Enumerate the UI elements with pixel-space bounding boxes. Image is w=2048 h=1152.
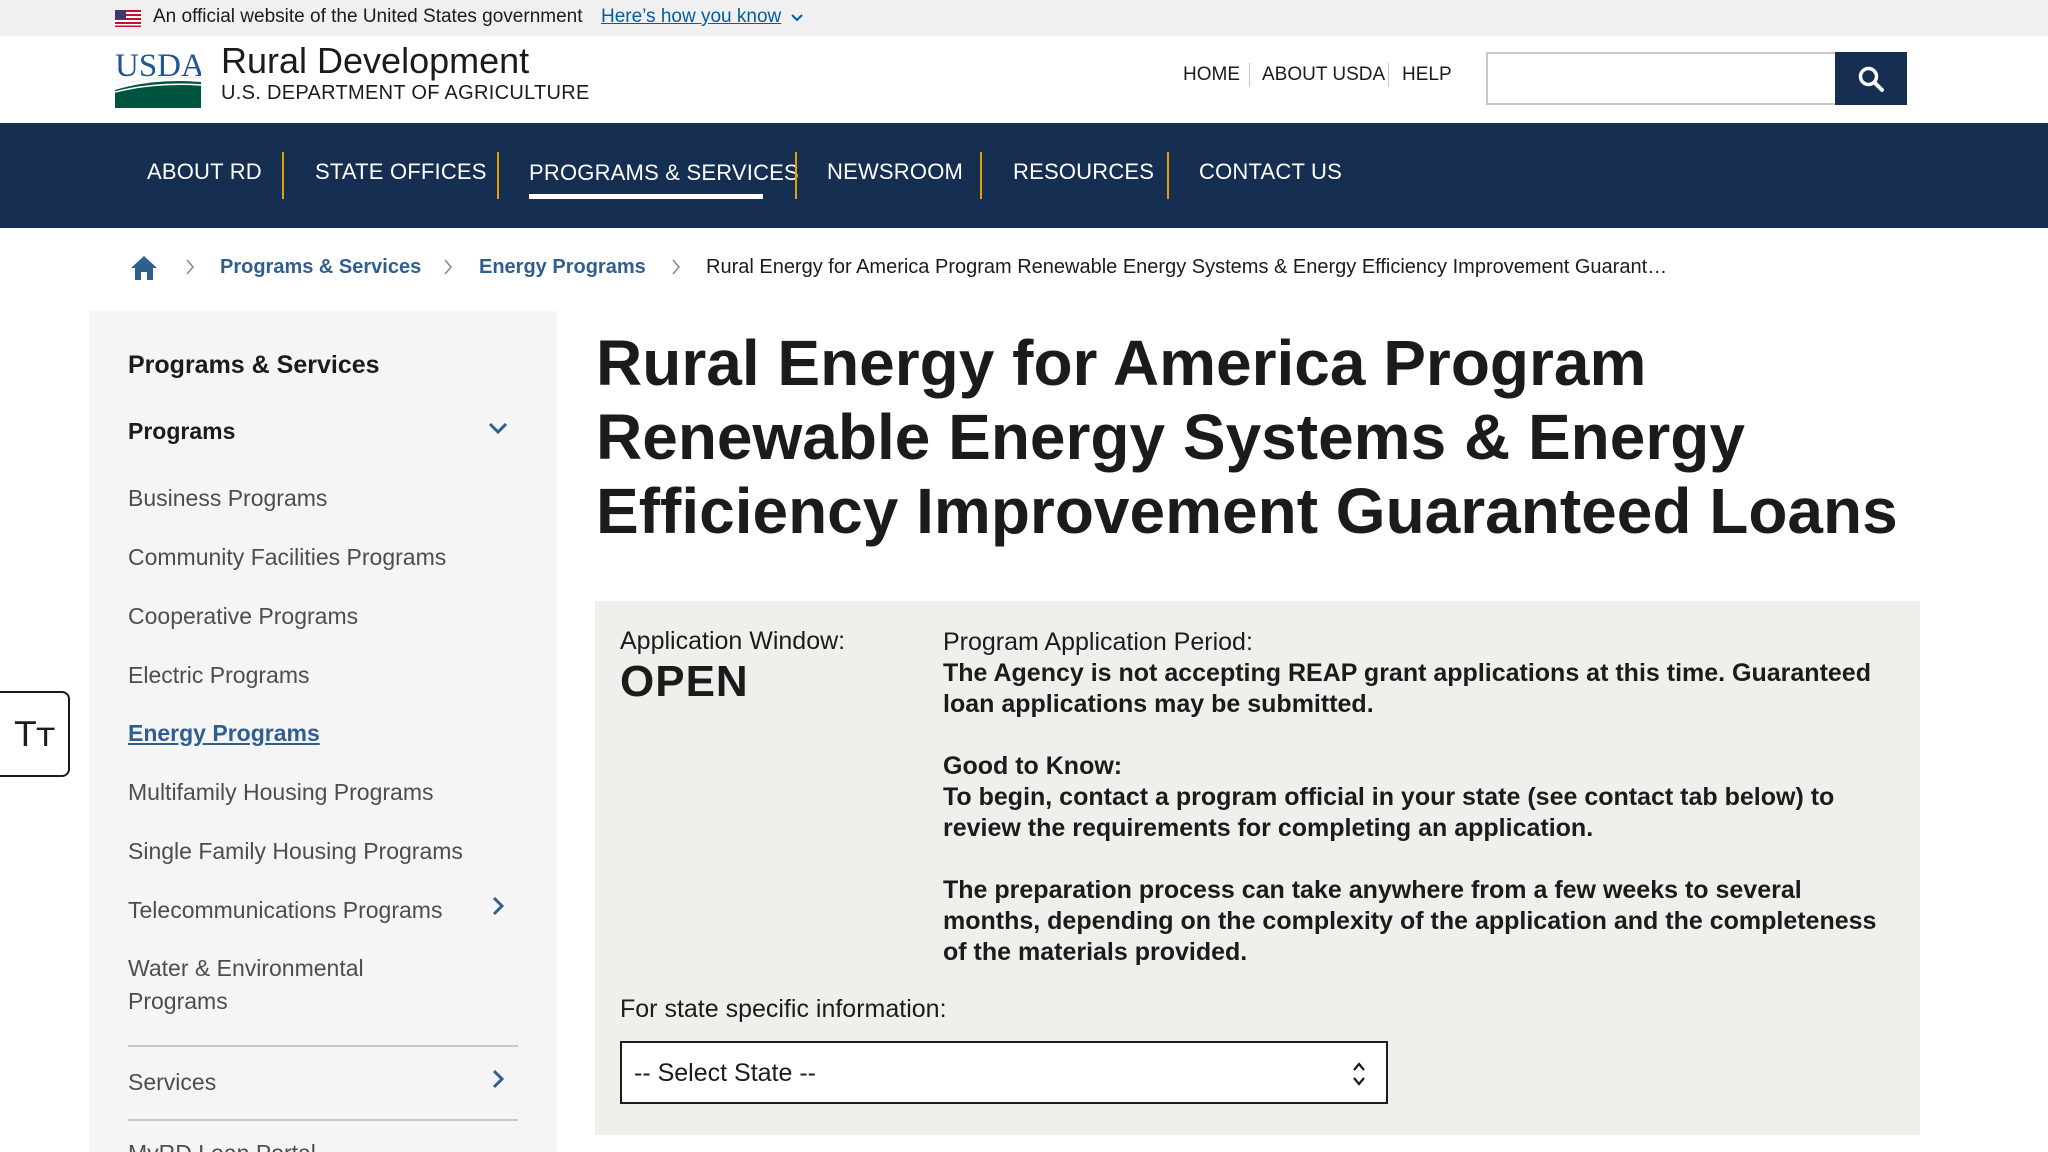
period-text: The Agency is not accepting REAP grant a… <box>943 659 1871 718</box>
sidebar-divider <box>128 1045 518 1047</box>
sidebar-divider <box>128 1119 518 1121</box>
us-flag-icon <box>115 10 141 27</box>
heres-how-you-know-link[interactable]: Here’s how you know <box>601 6 781 28</box>
nav-divider <box>1167 152 1169 199</box>
site-header: USDA Rural Development U.S. DEPARTMENT O… <box>0 36 2048 123</box>
sidebar-heading[interactable]: Programs & Services <box>128 351 380 380</box>
sidebar-nav: Programs & Services Programs Business Pr… <box>89 311 557 1152</box>
chevron-down-icon[interactable] <box>790 11 804 25</box>
application-window-status: OPEN <box>620 657 749 706</box>
sidebar-item-services[interactable]: Services <box>128 1066 216 1099</box>
util-nav-about-usda[interactable]: ABOUT USDA <box>1262 64 1385 86</box>
nav-divider <box>282 152 284 199</box>
sidebar-item-business-programs[interactable]: Business Programs <box>128 482 327 515</box>
page-title: Rural Energy for America Program Renewab… <box>596 327 1898 547</box>
chevron-right-icon[interactable] <box>487 895 509 917</box>
nav-divider <box>980 152 982 199</box>
sidebar-section-programs[interactable]: Programs <box>128 418 235 445</box>
util-nav-home[interactable]: HOME <box>1183 64 1240 86</box>
gov-banner: An official website of the United States… <box>0 0 2048 36</box>
text-resize-button[interactable]: Tт <box>0 691 70 777</box>
util-nav-help[interactable]: HELP <box>1402 64 1452 86</box>
application-info-box: Application Window: OPEN Program Applica… <box>595 601 1920 1135</box>
chevron-right-icon <box>186 259 195 275</box>
good-to-know-text: To begin, contact a program official in … <box>943 783 1835 842</box>
nav-state-offices[interactable]: STATE OFFICES <box>315 159 487 185</box>
state-select[interactable]: -- Select State -- <box>620 1041 1388 1104</box>
breadcrumb: Programs & Services Energy Programs Rura… <box>0 228 2048 310</box>
period-label: Program Application Period: <box>943 628 1253 656</box>
util-nav-divider <box>1388 63 1389 87</box>
nav-about-rd[interactable]: ABOUT RD <box>147 159 262 185</box>
sidebar-item-community-facilities[interactable]: Community Facilities Programs <box>128 541 446 574</box>
chevron-right-icon[interactable] <box>487 1068 509 1090</box>
chevron-right-icon <box>444 259 453 275</box>
state-select-value: -- Select State -- <box>634 1059 816 1087</box>
nav-divider <box>497 152 499 199</box>
usda-logo[interactable]: USDA <box>115 48 201 108</box>
sidebar-item-telecommunications[interactable]: Telecommunications Programs <box>128 894 442 927</box>
sidebar-item-single-family-housing[interactable]: Single Family Housing Programs <box>128 835 463 868</box>
site-name[interactable]: Rural Development <box>221 40 529 82</box>
sidebar-item-energy-programs[interactable]: Energy Programs <box>128 717 320 750</box>
application-period-details: Program Application Period: The Agency i… <box>943 627 1883 968</box>
search-icon <box>1858 66 1884 92</box>
gov-banner-text: An official website of the United States… <box>153 6 583 27</box>
sidebar-item-multifamily-housing[interactable]: Multifamily Housing Programs <box>128 776 433 809</box>
breadcrumb-programs-services[interactable]: Programs & Services <box>220 256 421 279</box>
application-window-label: Application Window: <box>620 627 846 655</box>
nav-active-indicator <box>529 194 763 199</box>
text-size-icon: Tт <box>15 715 56 755</box>
sidebar-item-myrd-loan-portal[interactable]: MyRD Loan Portal <box>128 1137 316 1152</box>
chevron-right-icon <box>672 259 681 275</box>
nav-contact-us[interactable]: CONTACT US <box>1199 159 1342 185</box>
main-nav: ABOUT RD STATE OFFICES PROGRAMS & SERVIC… <box>0 123 2048 228</box>
site-subtitle: U.S. DEPARTMENT OF AGRICULTURE <box>221 82 590 104</box>
breadcrumb-energy-programs[interactable]: Energy Programs <box>479 256 646 279</box>
breadcrumb-current: Rural Energy for America Program Renewab… <box>706 256 1668 278</box>
chevron-down-icon[interactable] <box>487 417 509 439</box>
search-input[interactable] <box>1486 52 1836 105</box>
good-to-know-label: Good to Know: <box>943 752 1123 780</box>
util-nav-divider <box>1249 63 1250 87</box>
preparation-text: The preparation process can take anywher… <box>943 876 1877 966</box>
nav-newsroom[interactable]: NEWSROOM <box>827 159 963 185</box>
nav-divider <box>795 152 797 199</box>
nav-programs-services[interactable]: PROGRAMS & SERVICES <box>529 160 799 186</box>
home-icon[interactable] <box>130 255 158 281</box>
select-arrows-icon <box>1353 1062 1365 1086</box>
sidebar-item-cooperative-programs[interactable]: Cooperative Programs <box>128 600 358 633</box>
search-button[interactable] <box>1835 52 1907 105</box>
nav-resources[interactable]: RESOURCES <box>1013 159 1154 185</box>
sidebar-item-water-environmental[interactable]: Water & Environmental Programs <box>128 952 408 1018</box>
state-select-label: For state specific information: <box>620 995 947 1023</box>
sidebar-item-electric-programs[interactable]: Electric Programs <box>128 659 309 692</box>
